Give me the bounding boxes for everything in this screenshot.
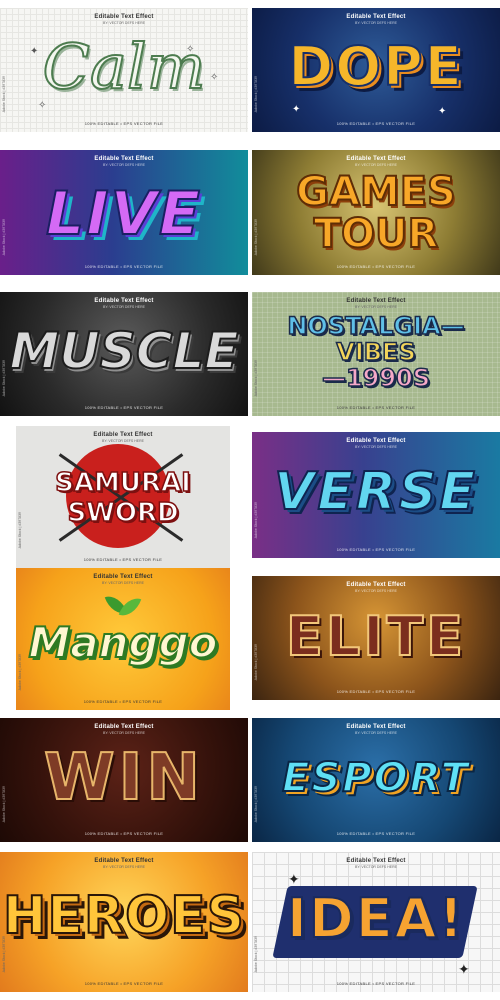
effect-text-line2: VIBES (336, 338, 417, 366)
tile-footer: 100% EDITABLE • EPS VECTOR FILE (336, 121, 416, 126)
tile-header: Editable Text Effect (346, 582, 406, 588)
tile-side-credit: Adobe Stock | #397839 (254, 218, 258, 255)
effect-text: IDEA! (286, 887, 466, 950)
tile-dope: Editable Text Effect BY: VECTOR DEFS HER… (252, 8, 500, 132)
effect-text: VERSE (273, 462, 478, 522)
sparkle-icon: ✦ (288, 872, 300, 888)
tile-header: Editable Text Effect (93, 432, 153, 438)
tile-header: Editable Text Effect (346, 438, 406, 444)
tile-subheader: BY: VECTOR DEFS HERE (355, 445, 397, 449)
tile-subheader: BY: VECTOR DEFS HERE (355, 163, 397, 167)
tile-side-credit: Adobe Stock | #397839 (254, 643, 258, 680)
tile-header: Editable Text Effect (94, 156, 154, 162)
tile-header: Editable Text Effect (94, 14, 154, 20)
tile-subheader: BY: VECTOR DEFS HERE (355, 731, 397, 735)
effect-text-line1: NOSTALGIA— (287, 312, 466, 340)
leaf-icon (118, 593, 142, 621)
tile-header: Editable Text Effect (94, 298, 154, 304)
tile-footer: 100% EDITABLE • EPS VECTOR FILE (84, 121, 164, 126)
sparkle-icon: ✧ (186, 44, 195, 55)
tile-subheader: BY: VECTOR DEFS HERE (103, 865, 145, 869)
tile-footer: 100% EDITABLE • EPS VECTOR FILE (84, 405, 164, 410)
tile-subheader: BY: VECTOR DEFS HERE (103, 305, 145, 309)
tile-side-credit: Adobe Stock | #397839 (254, 359, 258, 396)
tile-idea: Editable Text Effect BY: VECTOR DEFS HER… (252, 852, 500, 992)
tile-header: Editable Text Effect (93, 574, 153, 580)
tile-subheader: BY: VECTOR DEFS HERE (103, 21, 145, 25)
tile-elite: Editable Text Effect BY: VECTOR DEFS HER… (252, 576, 500, 700)
tile-side-credit: Adobe Stock | #397839 (2, 218, 6, 255)
tile-games-tour: Editable Text Effect BY: VECTOR DEFS HER… (252, 150, 500, 275)
tile-side-credit: Adobe Stock | #397839 (254, 501, 258, 538)
effect-text-line1: SAMURAI (54, 468, 191, 498)
tile-muscle: Editable Text Effect BY: VECTOR DEFS HER… (0, 292, 248, 416)
effect-text: Manggo (27, 618, 218, 667)
effect-text: DOPE (287, 35, 464, 98)
tile-footer: 100% EDITABLE • EPS VECTOR FILE (336, 981, 416, 986)
tile-footer: 100% EDITABLE • EPS VECTOR FILE (336, 405, 416, 410)
tile-nostalgia: Editable Text Effect BY: VECTOR DEFS HER… (252, 292, 500, 416)
tile-subheader: BY: VECTOR DEFS HERE (102, 581, 144, 585)
tile-header: Editable Text Effect (94, 724, 154, 730)
tile-side-credit: Adobe Stock | #397839 (2, 935, 6, 972)
tile-header: Editable Text Effect (346, 14, 406, 20)
sparkle-icon: ✦ (30, 46, 39, 57)
tile-subheader: BY: VECTOR DEFS HERE (103, 163, 145, 167)
tile-esport: Editable Text Effect BY: VECTOR DEFS HER… (252, 718, 500, 842)
tile-header: Editable Text Effect (346, 298, 406, 304)
tile-footer: 100% EDITABLE • EPS VECTOR FILE (336, 831, 416, 836)
tile-footer: 100% EDITABLE • EPS VECTOR FILE (84, 981, 164, 986)
tile-side-credit: Adobe Stock | #397839 (2, 359, 6, 396)
effect-text-line1: GAMES (295, 169, 457, 215)
effect-text-line2: SWORD (67, 498, 180, 528)
tile-header: Editable Text Effect (94, 858, 154, 864)
tile-side-credit: Adobe Stock | #397839 (254, 785, 258, 822)
effect-text: ESPORT (281, 755, 470, 801)
tile-subheader: BY: VECTOR DEFS HERE (355, 865, 397, 869)
tile-subheader: BY: VECTOR DEFS HERE (103, 731, 145, 735)
tile-side-credit: Adobe Stock | #397839 (254, 935, 258, 972)
tile-calm: Editable Text Effect BY: VECTOR DEFS HER… (0, 8, 248, 132)
effect-text: WIN (43, 741, 204, 815)
tile-live: Editable Text Effect BY: VECTOR DEFS HER… (0, 150, 248, 275)
sparkle-icon: ✦ (458, 962, 470, 978)
tile-footer: 100% EDITABLE • EPS VECTOR FILE (336, 547, 416, 552)
tile-samurai-sword: Editable Text Effect BY: VECTOR DEFS HER… (16, 426, 230, 568)
sparkle-icon: ✧ (210, 72, 219, 83)
tile-verse: Editable Text Effect BY: VECTOR DEFS HER… (252, 432, 500, 558)
tile-footer: 100% EDITABLE • EPS VECTOR FILE (336, 264, 416, 269)
sparkle-icon: ✦ (292, 104, 301, 115)
tile-footer: 100% EDITABLE • EPS VECTOR FILE (84, 264, 164, 269)
tile-heroes: Editable Text Effect BY: VECTOR DEFS HER… (0, 852, 248, 992)
tile-header: Editable Text Effect (346, 156, 406, 162)
effect-text-line3: —1990S (321, 364, 431, 392)
effect-text: LIVE (45, 179, 202, 249)
tile-side-credit: Adobe Stock | #397839 (18, 653, 22, 690)
sparkle-icon: ✦ (438, 106, 447, 117)
tile-header: Editable Text Effect (346, 858, 406, 864)
effect-text: ELITE (285, 605, 467, 668)
tile-footer: 100% EDITABLE • EPS VECTOR FILE (83, 699, 163, 704)
tile-side-credit: Adobe Stock | #397839 (18, 511, 22, 548)
tile-subheader: BY: VECTOR DEFS HERE (355, 589, 397, 593)
tile-side-credit: Adobe Stock | #397839 (2, 75, 6, 112)
tile-manggo: Editable Text Effect BY: VECTOR DEFS HER… (16, 568, 230, 710)
tile-subheader: BY: VECTOR DEFS HERE (355, 305, 397, 309)
tile-side-credit: Adobe Stock | #397839 (254, 75, 258, 112)
tile-win: Editable Text Effect BY: VECTOR DEFS HER… (0, 718, 248, 842)
effect-text-line2: TOUR (313, 211, 440, 257)
tile-footer: 100% EDITABLE • EPS VECTOR FILE (336, 689, 416, 694)
tile-header: Editable Text Effect (346, 724, 406, 730)
tile-footer: 100% EDITABLE • EPS VECTOR FILE (83, 557, 163, 562)
tile-side-credit: Adobe Stock | #397839 (2, 785, 6, 822)
sparkle-icon: ✧ (38, 100, 47, 111)
tile-subheader: BY: VECTOR DEFS HERE (355, 21, 397, 25)
effect-text: HEROES (2, 886, 246, 946)
effect-text: MUSCLE (8, 322, 239, 380)
tile-subheader: BY: VECTOR DEFS HERE (102, 439, 144, 443)
tile-footer: 100% EDITABLE • EPS VECTOR FILE (84, 831, 164, 836)
